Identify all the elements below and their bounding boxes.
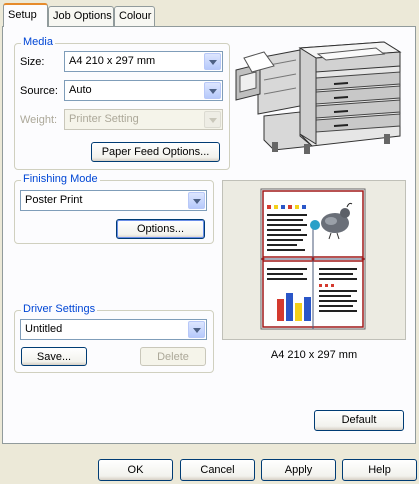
source-label: Source:: [20, 85, 58, 97]
chevron-down-icon[interactable]: [188, 192, 205, 209]
save-settings-button[interactable]: Save...: [21, 347, 87, 366]
apply-button[interactable]: Apply: [261, 459, 336, 481]
weight-value: Printer Setting: [69, 113, 139, 125]
poster-preview-image: [260, 188, 366, 330]
driver-settings-value: Untitled: [25, 323, 63, 335]
chevron-down-icon[interactable]: [204, 82, 221, 99]
printer-illustration: [235, 41, 402, 154]
tab-setup[interactable]: Setup: [3, 3, 48, 27]
size-select[interactable]: A4 210 x 297 mm: [64, 51, 223, 72]
paper-feed-options-button[interactable]: Paper Feed Options...: [91, 142, 220, 162]
chevron-down-icon[interactable]: [204, 53, 221, 70]
driver-settings-legend: Driver Settings: [21, 303, 98, 315]
finishing-mode-value: Poster Print: [25, 194, 83, 206]
driver-settings-select[interactable]: Untitled: [20, 319, 207, 340]
delete-settings-button: Delete: [140, 347, 206, 366]
finishing-legend: Finishing Mode: [21, 173, 100, 185]
chevron-down-icon[interactable]: [188, 321, 205, 338]
source-value: Auto: [69, 84, 92, 96]
size-label: Size:: [20, 56, 45, 68]
help-button[interactable]: Help: [342, 459, 417, 481]
tab-setup-label: Setup: [8, 9, 37, 21]
finishing-options-button[interactable]: Options...: [116, 219, 205, 239]
media-legend: Media: [21, 36, 55, 48]
tab-job-options[interactable]: Job Options: [48, 6, 114, 26]
default-button[interactable]: Default: [314, 410, 404, 431]
cancel-button[interactable]: Cancel: [180, 459, 255, 481]
tab-job-options-label: Job Options: [53, 10, 112, 22]
weight-label: Weight:: [20, 114, 58, 126]
tab-colour[interactable]: Colour: [114, 6, 155, 26]
ok-button[interactable]: OK: [98, 459, 173, 481]
preview-caption: A4 210 x 297 mm: [270, 349, 358, 361]
chevron-down-icon: [204, 111, 221, 128]
source-select[interactable]: Auto: [64, 80, 223, 101]
weight-select: Printer Setting: [64, 109, 223, 130]
tab-colour-label: Colour: [119, 10, 152, 22]
finishing-mode-select[interactable]: Poster Print: [20, 190, 207, 211]
layout-preview: [222, 180, 406, 340]
size-value: A4 210 x 297 mm: [69, 55, 156, 67]
